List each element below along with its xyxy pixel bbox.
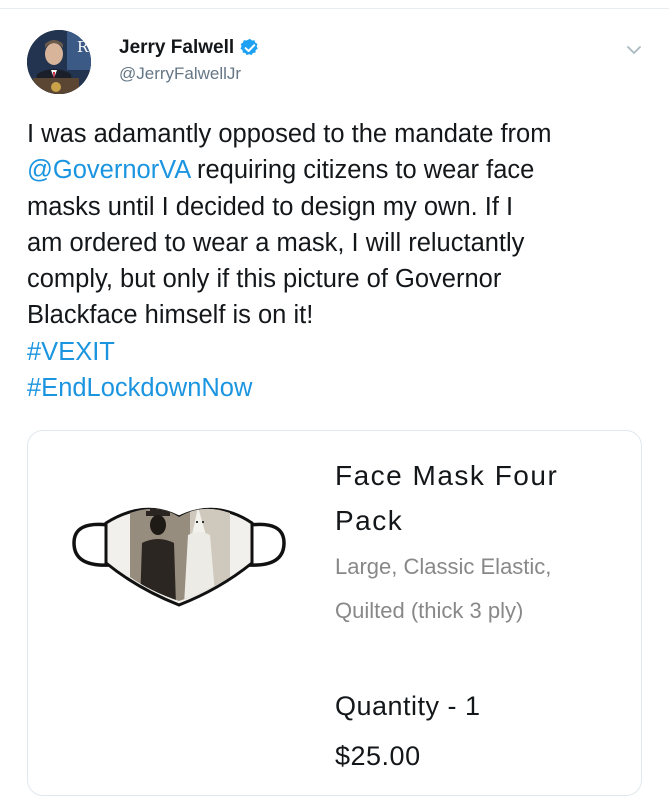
- card-title[interactable]: Face Mask Four Pack: [335, 453, 635, 543]
- card-description-line: Large, Classic Elastic,: [335, 554, 552, 579]
- tweet-text-line: am ordered to wear a mask, I will reluct…: [27, 225, 647, 261]
- tweet-text-line: masks until I decided to design my own. …: [27, 189, 647, 225]
- chevron-down-icon[interactable]: [624, 40, 644, 60]
- tweet-text-segment: masks until I decided to design my own. …: [27, 192, 514, 221]
- tweet-text-line: #EndLockdownNow: [27, 370, 647, 406]
- tweet-text: I was adamantly opposed to the mandate f…: [27, 116, 647, 406]
- card-description-line: Quilted (thick 3 ply): [335, 598, 524, 623]
- card-title-line: Pack: [335, 505, 404, 536]
- mention-link[interactable]: @GovernorVA: [27, 156, 190, 184]
- card-quantity: Quantity - 1: [335, 691, 481, 721]
- user-handle[interactable]: @JerryFalwellJr: [119, 64, 241, 84]
- card-price: $25.00: [335, 741, 421, 771]
- tweet-text-line: comply, but only if this picture of Gove…: [27, 261, 647, 297]
- tweet-text-line: @GovernorVA requiring citizens to wear f…: [27, 152, 647, 188]
- product-card[interactable]: Face Mask Four Pack Large, Classic Elast…: [27, 430, 642, 796]
- tweet-text-line: Blackface himself is on it!: [27, 297, 647, 333]
- avatar-photo: R: [27, 30, 91, 94]
- tweet-text-line: I was adamantly opposed to the mandate f…: [27, 116, 647, 152]
- card-description: Large, Classic Elastic, Quilted (thick 3…: [335, 545, 635, 633]
- tweet-text-line: #VEXIT: [27, 334, 647, 370]
- verified-badge-icon: [240, 38, 260, 58]
- tweet-text-segment: requiring citizens to wear face: [189, 156, 535, 185]
- card-title-line: Face Mask Four: [335, 460, 559, 491]
- tweet-text-segment: Blackface himself is on it!: [27, 301, 314, 330]
- avatar-letter: R: [77, 38, 89, 56]
- hashtag-link[interactable]: #EndLockdownNow: [27, 374, 252, 402]
- user-name[interactable]: Jerry Falwell: [119, 37, 260, 59]
- display-name[interactable]: Jerry Falwell: [119, 37, 234, 59]
- tweet-text-segment: I was adamantly opposed to the mandate f…: [27, 120, 552, 148]
- hashtag-link[interactable]: #VEXIT: [27, 338, 115, 366]
- tweet-text-segment: am ordered to wear a mask, I will reluct…: [27, 228, 525, 257]
- avatar[interactable]: R: [27, 30, 91, 94]
- top-divider: [0, 8, 669, 9]
- tweet-text-segment: comply, but only if this picture of Gove…: [27, 265, 502, 294]
- face-mask-image: [70, 491, 288, 611]
